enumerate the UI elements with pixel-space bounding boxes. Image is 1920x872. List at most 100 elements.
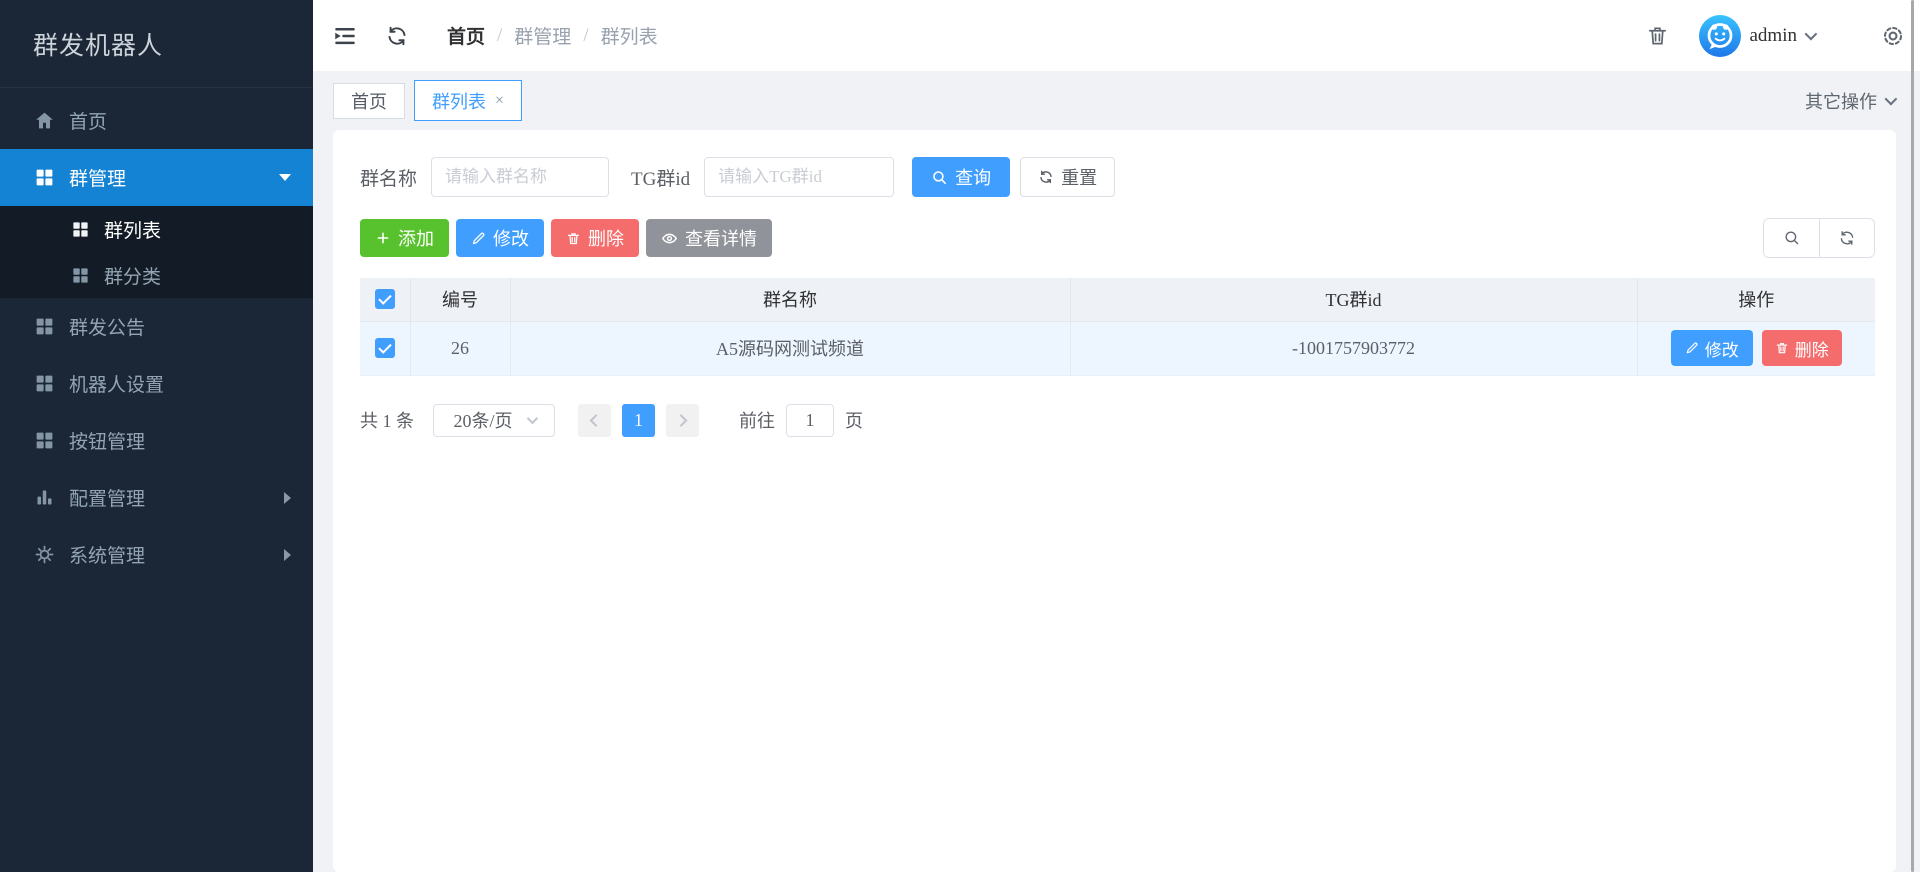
sidebar-item-label: 按钮管理 bbox=[69, 427, 145, 454]
column-header-tgid: TG群id bbox=[1070, 278, 1637, 321]
goto-page-input[interactable] bbox=[786, 404, 834, 437]
sidebar-submenu: 群列表 群分类 bbox=[0, 206, 313, 298]
gear-icon bbox=[34, 544, 55, 565]
sidebar-item-label: 首页 bbox=[69, 107, 107, 134]
tab-home[interactable]: 首页 bbox=[333, 83, 405, 119]
row-edit-button[interactable]: 修改 bbox=[1671, 330, 1753, 366]
breadcrumb: 首页 / 群管理 / 群列表 bbox=[447, 22, 658, 49]
search-button[interactable]: 查询 bbox=[912, 157, 1010, 197]
pagination: 共 1 条 20条/页 1 前往 页 bbox=[360, 404, 1875, 437]
table-refresh-button[interactable] bbox=[1819, 219, 1874, 257]
grid-icon bbox=[34, 167, 55, 188]
content-card: 群名称 TG群id 查询 重置 添加 修改 bbox=[333, 130, 1896, 872]
table-tools bbox=[1763, 218, 1875, 258]
sidebar-item-label: 群列表 bbox=[104, 216, 161, 243]
grid-icon bbox=[71, 266, 90, 285]
chevron-right-icon bbox=[284, 492, 291, 504]
search-icon bbox=[931, 169, 948, 186]
toolbar: 添加 修改 删除 查看详情 bbox=[360, 218, 1875, 258]
breadcrumb-home[interactable]: 首页 bbox=[447, 22, 485, 49]
goto-suffix-label: 页 bbox=[845, 407, 863, 433]
tab-label: 首页 bbox=[351, 88, 387, 114]
sidebar-item-system-management[interactable]: 系统管理 bbox=[0, 526, 313, 583]
row-delete-button[interactable]: 删除 bbox=[1762, 330, 1842, 366]
table-header-row: 编号 群名称 TG群id 操作 bbox=[360, 278, 1875, 321]
chevron-down-icon bbox=[526, 413, 537, 424]
tg-group-id-label: TG群id bbox=[631, 164, 690, 191]
avatar[interactable] bbox=[1699, 15, 1741, 57]
sidebar-item-button-management[interactable]: 按钮管理 bbox=[0, 412, 313, 469]
main-area: 首页 / 群管理 / 群列表 admin bbox=[313, 0, 1920, 872]
sidebar-menu: 首页 群管理 群列表 群分类 bbox=[0, 88, 313, 583]
eye-icon bbox=[661, 230, 678, 247]
next-page-button[interactable] bbox=[666, 404, 699, 437]
trash-icon bbox=[1775, 341, 1789, 355]
select-all-checkbox[interactable] bbox=[375, 289, 395, 309]
sidebar-item-label: 群管理 bbox=[69, 164, 126, 191]
chevron-down-icon bbox=[1805, 28, 1818, 41]
sidebar-item-label: 群分类 bbox=[104, 262, 161, 289]
sidebar-item-label: 机器人设置 bbox=[69, 370, 164, 397]
tab-group-list[interactable]: 群列表 × bbox=[414, 80, 522, 121]
sidebar-item-home[interactable]: 首页 bbox=[0, 92, 313, 149]
sidebar-item-label: 配置管理 bbox=[69, 484, 145, 511]
sidebar-item-bot-settings[interactable]: 机器人设置 bbox=[0, 355, 313, 412]
goto-label: 前往 bbox=[739, 407, 775, 433]
grid-icon bbox=[34, 430, 55, 451]
settings-gear-icon[interactable] bbox=[1880, 23, 1906, 49]
group-name-input[interactable] bbox=[431, 157, 609, 197]
grid-icon bbox=[71, 220, 90, 239]
topbar: 首页 / 群管理 / 群列表 admin bbox=[313, 0, 1920, 71]
breadcrumb-group-list: 群列表 bbox=[601, 22, 658, 49]
bar-chart-icon bbox=[34, 487, 55, 508]
sidebar-item-label: 群发公告 bbox=[69, 313, 145, 340]
trash-icon[interactable] bbox=[1646, 24, 1669, 47]
sidebar-item-group-category[interactable]: 群分类 bbox=[0, 252, 313, 298]
trash-icon bbox=[566, 231, 581, 246]
grid-icon bbox=[34, 316, 55, 337]
refresh-icon[interactable] bbox=[385, 24, 409, 48]
sidebar-item-announcement[interactable]: 群发公告 bbox=[0, 298, 313, 355]
edit-button[interactable]: 修改 bbox=[456, 219, 544, 257]
reset-button[interactable]: 重置 bbox=[1020, 157, 1115, 197]
column-header-id: 编号 bbox=[410, 278, 510, 321]
tab-label: 群列表 bbox=[432, 88, 486, 114]
close-icon[interactable]: × bbox=[495, 93, 504, 109]
home-icon bbox=[34, 110, 55, 131]
sidebar-item-group-management[interactable]: 群管理 bbox=[0, 149, 313, 206]
add-button[interactable]: 添加 bbox=[360, 219, 449, 257]
chevron-down-icon bbox=[1885, 93, 1898, 106]
tg-group-id-input[interactable] bbox=[704, 157, 894, 197]
total-count-label: 共 1 条 bbox=[360, 407, 414, 433]
breadcrumb-separator: / bbox=[497, 25, 502, 47]
filter-form: 群名称 TG群id 查询 重置 bbox=[360, 157, 1875, 197]
collapse-sidebar-icon[interactable] bbox=[332, 23, 358, 49]
page-size-select[interactable]: 20条/页 bbox=[433, 404, 555, 437]
breadcrumb-separator: / bbox=[583, 25, 588, 47]
row-checkbox[interactable] bbox=[375, 338, 395, 358]
scrollbar[interactable] bbox=[1911, 0, 1914, 872]
page-number-button[interactable]: 1 bbox=[622, 404, 655, 437]
chevron-down-icon bbox=[279, 174, 291, 181]
delete-button[interactable]: 删除 bbox=[551, 219, 639, 257]
sidebar-item-config-management[interactable]: 配置管理 bbox=[0, 469, 313, 526]
table-search-toggle-button[interactable] bbox=[1764, 219, 1819, 257]
more-actions-label: 其它操作 bbox=[1805, 88, 1877, 114]
breadcrumb-group-management: 群管理 bbox=[514, 22, 571, 49]
chevron-right-icon bbox=[675, 414, 688, 427]
grid-icon bbox=[34, 373, 55, 394]
table-row[interactable]: 26 A5源码网测试频道 -1001757903772 修改 删除 bbox=[360, 321, 1875, 375]
prev-page-button[interactable] bbox=[578, 404, 611, 437]
view-detail-button[interactable]: 查看详情 bbox=[646, 219, 772, 257]
user-menu[interactable]: admin bbox=[1750, 25, 1815, 47]
sidebar: 群发机器人 首页 群管理 群列表 bbox=[0, 0, 313, 872]
more-actions-dropdown[interactable]: 其它操作 bbox=[1805, 88, 1894, 114]
group-table: 编号 群名称 TG群id 操作 26 A5源码网测试频道 -1001757903… bbox=[360, 278, 1875, 376]
app-title: 群发机器人 bbox=[0, 0, 313, 88]
plus-icon bbox=[375, 230, 391, 246]
group-name-label: 群名称 bbox=[360, 164, 417, 191]
chevron-right-icon bbox=[284, 549, 291, 561]
refresh-icon bbox=[1038, 169, 1054, 185]
sidebar-item-group-list[interactable]: 群列表 bbox=[0, 206, 313, 252]
sidebar-item-label: 系统管理 bbox=[69, 541, 145, 568]
